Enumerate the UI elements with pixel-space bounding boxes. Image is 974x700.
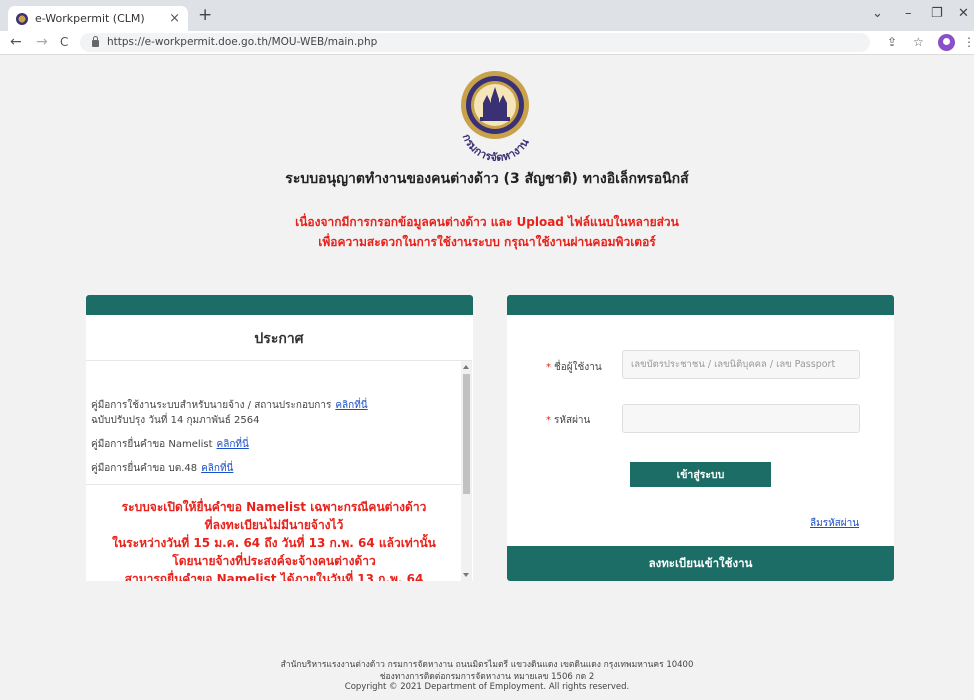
notice-line-5: สามารถยื่นคำขอ Namelist ได้ภายในวันที่ 1… — [124, 572, 424, 581]
profile-avatar-icon[interactable] — [938, 34, 955, 51]
forward-arrow-icon[interactable]: → — [36, 34, 48, 50]
password-input[interactable] — [622, 404, 860, 433]
footer-copyright: Copyright © 2021 Department of Employmen… — [344, 682, 630, 692]
username-input[interactable] — [622, 350, 860, 379]
announcement-scrollbar[interactable] — [461, 361, 472, 581]
browser-menu-icon[interactable]: ⋮ — [963, 35, 974, 49]
required-mark: * — [546, 362, 551, 373]
browser-tab-bar: e-Workpermit (CLM) × + ⌄ – ❐ ✕ — [0, 0, 974, 31]
footer-contact: ช่องทางการติดต่อกรมการจัดหางาน หมายเลข 1… — [379, 672, 595, 682]
back-arrow-icon[interactable]: ← — [10, 34, 22, 50]
close-window-icon[interactable]: ✕ — [958, 6, 969, 21]
notice-line-3: ในระหว่างวันที่ 15 ม.ค. 64 ถึง วันที่ 13… — [112, 536, 436, 550]
manual-bt48-text: คู่มือการยื่นคำขอ บต.48 — [91, 463, 198, 474]
browser-address-bar: ← → C https://e-workpermit.doe.go.th/MOU… — [0, 31, 974, 55]
required-mark: * — [546, 415, 551, 426]
minimize-icon[interactable]: – — [905, 6, 912, 21]
page-content: กรมการจัดหางาน ระบบอนุญาตทำงานของคนต่างด… — [0, 55, 974, 700]
restore-icon[interactable]: ❐ — [931, 6, 943, 21]
notice-line-2: ที่ลงทะเบียนไม่มีนายจ้างไว้ — [204, 518, 344, 532]
manual-bt48-link[interactable]: คลิกที่นี่ — [201, 463, 233, 474]
notice-line-4: โดยนายจ้างที่ประสงค์จะจ้างคนต่างด้าว — [172, 554, 376, 568]
forgot-password-link[interactable]: ลืมรหัสผ่าน — [810, 516, 859, 531]
announcement-scroll-area[interactable]: คู่มือการใช้งานระบบสำหรับนายจ้าง / สถานป… — [86, 361, 472, 581]
login-button[interactable]: เข้าสู่ระบบ — [630, 462, 771, 487]
share-icon[interactable]: ⇪ — [887, 35, 897, 49]
username-label: * ชื่อผู้ใช้งาน — [546, 362, 602, 373]
manual-namelist-link[interactable]: คลิกที่นี่ — [217, 439, 249, 450]
manual-namelist-text: คู่มือการยื่นคำขอ Namelist — [91, 439, 213, 450]
site-favicon-icon — [16, 12, 28, 25]
lock-icon — [92, 36, 99, 47]
scrollbar-thumb[interactable] — [463, 374, 470, 494]
manual-employer-revision: ฉบับปรับปรุง วันที่ 14 กุมภาพันธ์ 2564 — [91, 415, 260, 426]
login-panel-header — [507, 295, 894, 315]
list-item: คู่มือการใช้งานระบบสำหรับนายจ้าง / สถานป… — [91, 398, 368, 413]
tab-close-icon[interactable]: × — [169, 11, 180, 26]
tab-search-chevron-icon[interactable]: ⌄ — [872, 6, 883, 21]
browser-tab[interactable]: e-Workpermit (CLM) × — [8, 6, 188, 31]
list-item: คู่มือการยื่นคำขอ บต.48 คลิกที่นี่ — [91, 461, 233, 476]
announcement-panel-header — [86, 295, 473, 315]
scroll-down-icon[interactable] — [463, 573, 469, 577]
new-tab-icon[interactable]: + — [198, 7, 212, 24]
announcement-divider — [86, 484, 462, 485]
scroll-up-icon[interactable] — [463, 365, 469, 369]
notice-line-1: ระบบจะเปิดให้ยื่นคำขอ Namelist เฉพาะกรณี… — [121, 500, 427, 514]
url-text: https://e-workpermit.doe.go.th/MOU-WEB/m… — [107, 36, 378, 48]
department-logo-icon: กรมการจัดหางาน — [460, 71, 532, 161]
register-button[interactable]: ลงทะเบียนเข้าใช้งาน — [507, 546, 894, 581]
page-title: ระบบอนุญาตทำงานของคนต่างด้าว (3 สัญชาติ)… — [285, 171, 689, 187]
password-label: * รหัสผ่าน — [546, 415, 591, 426]
manual-employer-text: คู่มือการใช้งานระบบสำหรับนายจ้าง / สถานป… — [91, 400, 332, 411]
warning-line-1: เนื่องจากมีการกรอกข้อมูลคนต่างด้าว และ U… — [295, 215, 679, 229]
list-item: คู่มือการยื่นคำขอ Namelist คลิกที่นี่ — [91, 437, 249, 452]
announcement-title: ประกาศ — [254, 331, 304, 347]
reload-icon[interactable]: C — [60, 34, 68, 50]
announcement-panel: ประกาศ คู่มือการใช้งานระบบสำหรับนายจ้าง … — [86, 295, 473, 581]
warning-line-2: เพื่อความสะดวกในการใช้งานระบบ กรุณาใช้งา… — [318, 235, 656, 249]
login-panel: *ชื่อผู้ใช้งาน *รหัสผ่าน เข้าสู่ระบบ ลืม… — [507, 295, 894, 581]
manual-employer-link[interactable]: คลิกที่นี่ — [335, 400, 367, 411]
url-bar[interactable]: https://e-workpermit.doe.go.th/MOU-WEB/m… — [80, 33, 870, 52]
bookmark-star-icon[interactable]: ☆ — [913, 35, 924, 49]
tab-title: e-Workpermit (CLM) — [35, 12, 145, 25]
